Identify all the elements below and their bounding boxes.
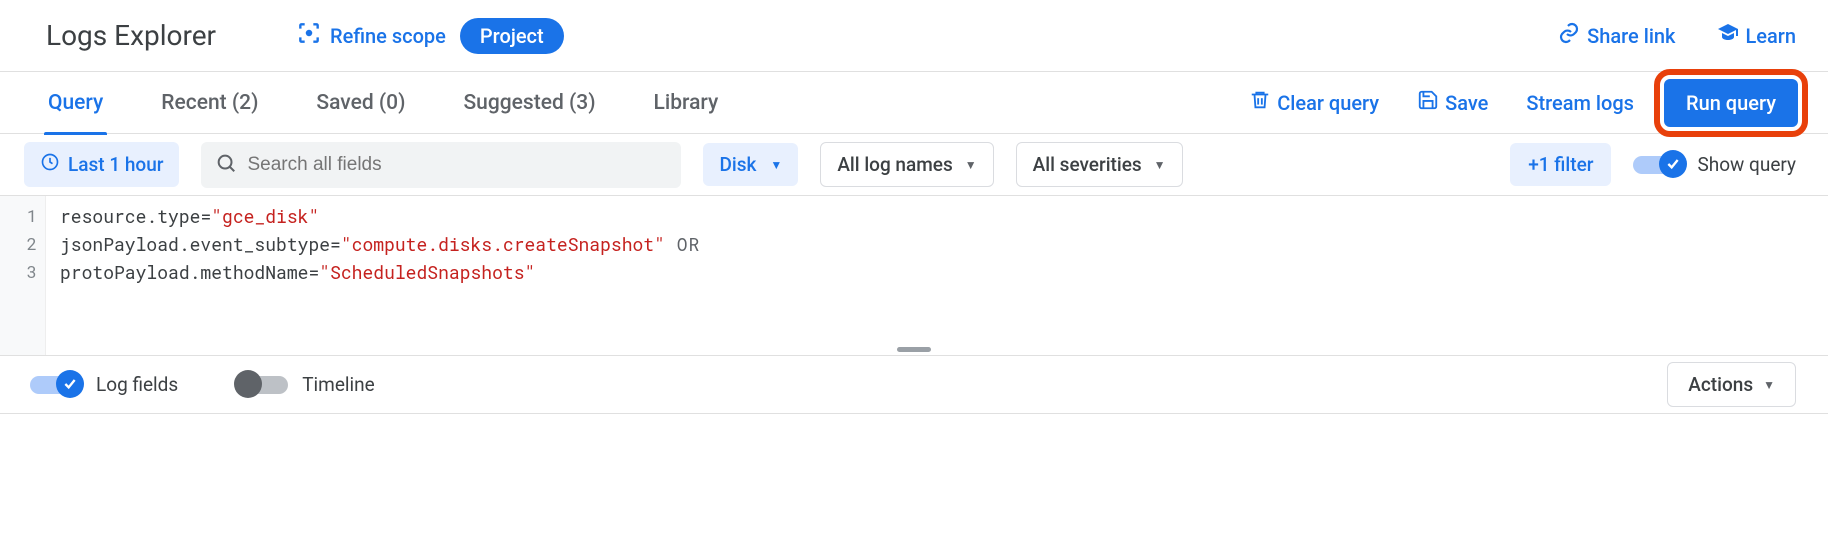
tab-library[interactable]: Library [644,72,729,134]
save-button[interactable]: Save [1417,89,1488,116]
show-query-toggle[interactable] [1633,156,1685,174]
extra-filter-chip[interactable]: +1 filter [1510,143,1611,186]
stream-logs-label: Stream logs [1526,91,1634,115]
stream-logs-button[interactable]: Stream logs [1526,91,1634,115]
check-icon [1659,150,1687,178]
log-fields-toggle[interactable] [30,376,82,394]
save-icon [1417,89,1439,116]
trash-icon [1249,89,1271,116]
tabs-bar: Query Recent (2) Saved (0) Suggested (3)… [0,72,1828,134]
toggle-knob [234,370,262,398]
tab-recent[interactable]: Recent (2) [151,72,268,134]
code-line: protoPayload.methodName="ScheduledSnapsh… [60,258,700,286]
editor-content[interactable]: resource.type="gce_disk" jsonPayload.eve… [46,196,700,355]
filter-bar: Last 1 hour Disk ▼ All log names ▼ All s… [0,134,1828,196]
check-icon [56,370,84,398]
refine-scope-button[interactable]: Refine scope [296,20,446,51]
actions-label: Actions [1688,373,1753,396]
tab-suggested[interactable]: Suggested (3) [453,72,605,134]
tab-query[interactable]: Query [38,72,113,134]
log-fields-label: Log fields [96,373,178,396]
show-query-toggle-wrap: Show query [1633,153,1796,176]
actions-dropdown[interactable]: Actions ▼ [1667,362,1796,407]
clock-icon [40,152,60,177]
time-range-label: Last 1 hour [68,153,163,176]
clear-query-button[interactable]: Clear query [1249,89,1379,116]
chevron-down-icon: ▼ [965,158,977,172]
tab-saved[interactable]: Saved (0) [306,72,415,134]
timeline-toggle[interactable] [236,376,288,394]
line-number: 2 [0,230,37,258]
learn-button[interactable]: Learn [1716,21,1797,50]
chevron-down-icon: ▼ [1763,378,1775,392]
learn-label: Learn [1746,24,1797,48]
chevron-down-icon: ▼ [770,158,782,172]
severities-dropdown[interactable]: All severities ▼ [1016,142,1183,187]
learn-icon [1716,21,1740,50]
log-names-dropdown[interactable]: All log names ▼ [820,142,993,187]
resource-chip[interactable]: Disk ▼ [703,143,798,186]
run-query-button[interactable]: Run query [1664,79,1798,127]
refine-scope-label: Refine scope [330,24,446,48]
search-icon [215,152,237,178]
scope-pill[interactable]: Project [460,18,564,54]
line-number: 1 [0,202,37,230]
search-input[interactable] [247,154,667,176]
share-link-label: Share link [1587,24,1675,48]
log-names-label: All log names [837,153,952,176]
clear-query-label: Clear query [1277,91,1379,115]
resource-label: Disk [719,153,756,176]
run-query-highlight: Run query [1654,69,1808,137]
severities-label: All severities [1033,153,1142,176]
code-line: resource.type="gce_disk" [60,202,700,230]
link-icon [1557,21,1581,50]
save-label: Save [1445,91,1488,115]
bottom-bar: Log fields Timeline Actions ▼ [0,356,1828,414]
chevron-down-icon: ▼ [1154,158,1166,172]
show-query-label: Show query [1697,153,1796,176]
resize-handle[interactable] [897,347,931,352]
timeline-label: Timeline [302,373,375,396]
page-title: Logs Explorer [46,19,216,52]
scope-icon [296,20,322,51]
editor-gutter: 1 2 3 [0,196,46,355]
line-number: 3 [0,258,37,286]
search-field[interactable] [201,142,681,188]
time-range-chip[interactable]: Last 1 hour [24,142,179,187]
share-link-button[interactable]: Share link [1557,21,1675,50]
header-bar: Logs Explorer Refine scope Project Share… [0,0,1828,72]
code-line: jsonPayload.event_subtype="compute.disks… [60,230,700,258]
query-editor[interactable]: 1 2 3 resource.type="gce_disk" jsonPaylo… [0,196,1828,356]
